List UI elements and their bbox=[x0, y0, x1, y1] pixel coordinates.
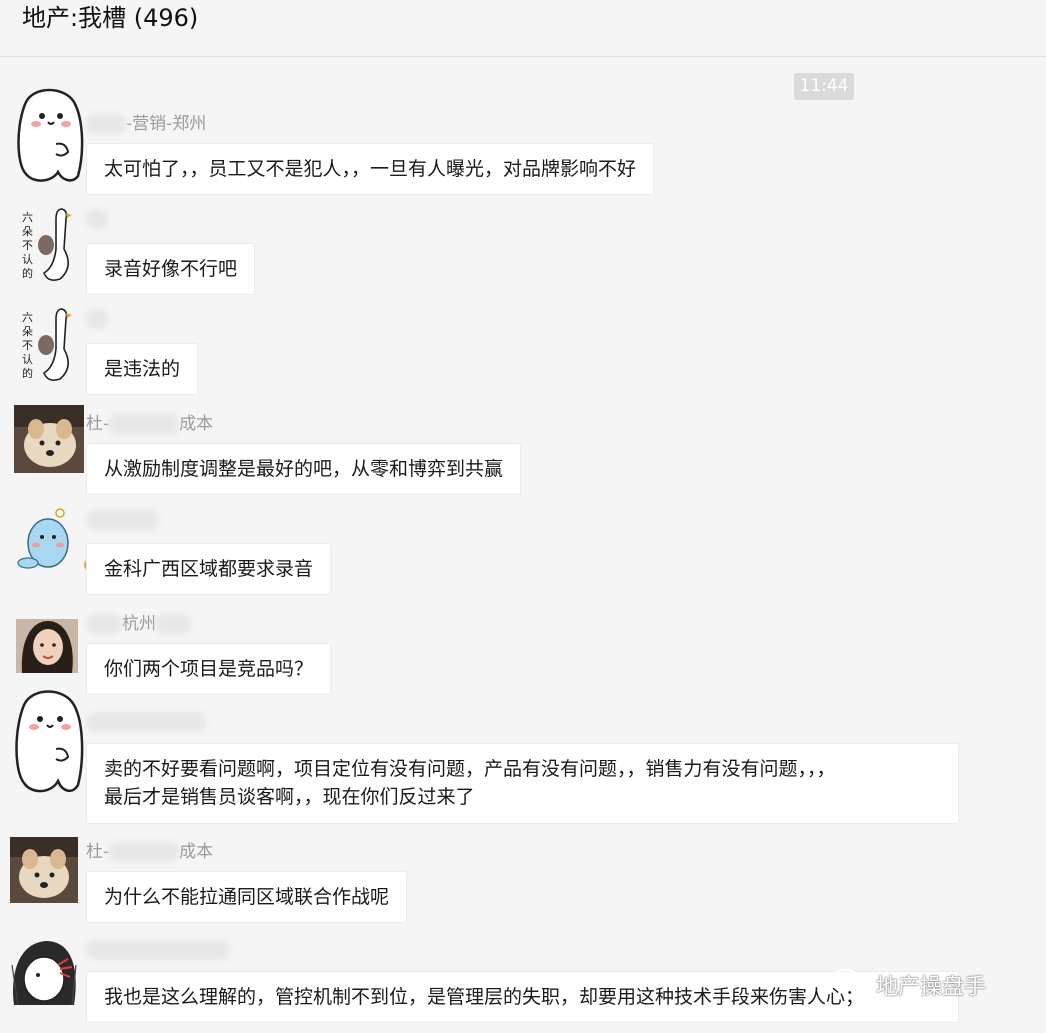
avatar[interactable] bbox=[10, 837, 78, 903]
avatar[interactable] bbox=[16, 619, 78, 673]
svg-text:认: 认 bbox=[22, 253, 33, 266]
sender-name bbox=[86, 208, 108, 230]
cartoon-girl-sticker-icon bbox=[11, 941, 77, 1006]
redacted-name bbox=[86, 940, 230, 960]
avatar[interactable] bbox=[10, 685, 86, 797]
sender-name bbox=[86, 509, 158, 531]
dog-photo-icon bbox=[10, 837, 78, 903]
message-bubble[interactable]: 太可怕了，，员工又不是犯人，，一旦有人曝光，对品牌影响不好 bbox=[86, 143, 655, 195]
message-bubble[interactable]: 录音好像不行吧 bbox=[86, 243, 256, 295]
redacted-name bbox=[109, 414, 180, 434]
goose-sticker-icon: 六 朵 不 认 的 bbox=[20, 205, 76, 283]
redacted-name bbox=[86, 309, 108, 329]
chat-header: 地产:我槽 (496) bbox=[0, 0, 1046, 57]
watermark: 地产操盘手 bbox=[830, 968, 986, 1001]
redacted-name bbox=[86, 614, 122, 634]
svg-text:六: 六 bbox=[22, 211, 33, 224]
redacted-name bbox=[86, 510, 158, 530]
goose-sticker-icon: 六 朵 不 认 的 bbox=[20, 305, 76, 383]
message-bubble[interactable]: 你们两个项目是竞品吗？ bbox=[86, 643, 332, 695]
svg-text:的: 的 bbox=[22, 366, 33, 380]
avatar[interactable] bbox=[12, 84, 84, 186]
sender-name bbox=[86, 939, 230, 961]
svg-text:六: 六 bbox=[22, 311, 33, 324]
message-line: 最后才是销售员谈客啊，，现在你们反过来了 bbox=[104, 786, 475, 808]
message-bubble[interactable]: 金科广西区域都要求录音 bbox=[86, 543, 332, 595]
sender-name: 杜- 成本 bbox=[86, 842, 214, 862]
sender-name bbox=[86, 308, 108, 330]
svg-text:不: 不 bbox=[22, 339, 33, 352]
redacted-name bbox=[86, 209, 108, 229]
message-bubble[interactable]: 是违法的 bbox=[86, 343, 199, 395]
redacted-name bbox=[86, 712, 206, 732]
avatar[interactable]: 六 朵 不 认 的 bbox=[20, 205, 76, 283]
ghost-sticker-icon bbox=[15, 690, 84, 793]
svg-text:的: 的 bbox=[22, 266, 33, 280]
redacted-name bbox=[156, 614, 192, 634]
sender-name: 杜- 成本 bbox=[86, 414, 214, 434]
message-line: 卖的不好要看问题啊，项目定位有没有问题，产品有没有问题，，销售力有没有问题，，， bbox=[104, 758, 836, 780]
svg-text:朵: 朵 bbox=[22, 225, 33, 238]
redacted-name bbox=[86, 114, 126, 134]
avatar[interactable] bbox=[8, 935, 82, 1015]
svg-text:认: 认 bbox=[22, 353, 33, 366]
message-bubble[interactable]: 卖的不好要看问题啊，项目定位有没有问题，产品有没有问题，，销售力有没有问题，，，… bbox=[86, 743, 959, 824]
svg-text:朵: 朵 bbox=[22, 325, 33, 338]
svg-text:不: 不 bbox=[22, 239, 33, 252]
message-bubble[interactable]: 我也是这么理解的，管控机制不到位，是管理层的失职，却要用这种技术手段来伤害人心； bbox=[86, 971, 959, 1023]
message-bubble[interactable]: 从激励制度调整是最好的吧，从零和博弈到共赢 bbox=[86, 443, 522, 495]
timestamp: 11:44 bbox=[794, 73, 854, 100]
wechat-icon bbox=[830, 968, 870, 1000]
sender-name: -营销-郑州 bbox=[86, 113, 206, 135]
message-bubble[interactable]: 为什么不能拉通同区域联合作战呢 bbox=[86, 871, 408, 923]
dog-photo-icon bbox=[14, 405, 84, 473]
redacted-name bbox=[109, 842, 180, 862]
ghost-sticker-icon bbox=[17, 88, 84, 182]
portrait-photo-icon bbox=[16, 619, 78, 673]
sender-name: 杭州 bbox=[86, 613, 192, 635]
chat-title: 地产:我槽 (496) bbox=[22, 4, 199, 32]
avatar[interactable]: 六 朵 不 认 的 bbox=[20, 305, 76, 383]
avatar[interactable] bbox=[14, 405, 84, 473]
sender-name bbox=[86, 711, 206, 733]
